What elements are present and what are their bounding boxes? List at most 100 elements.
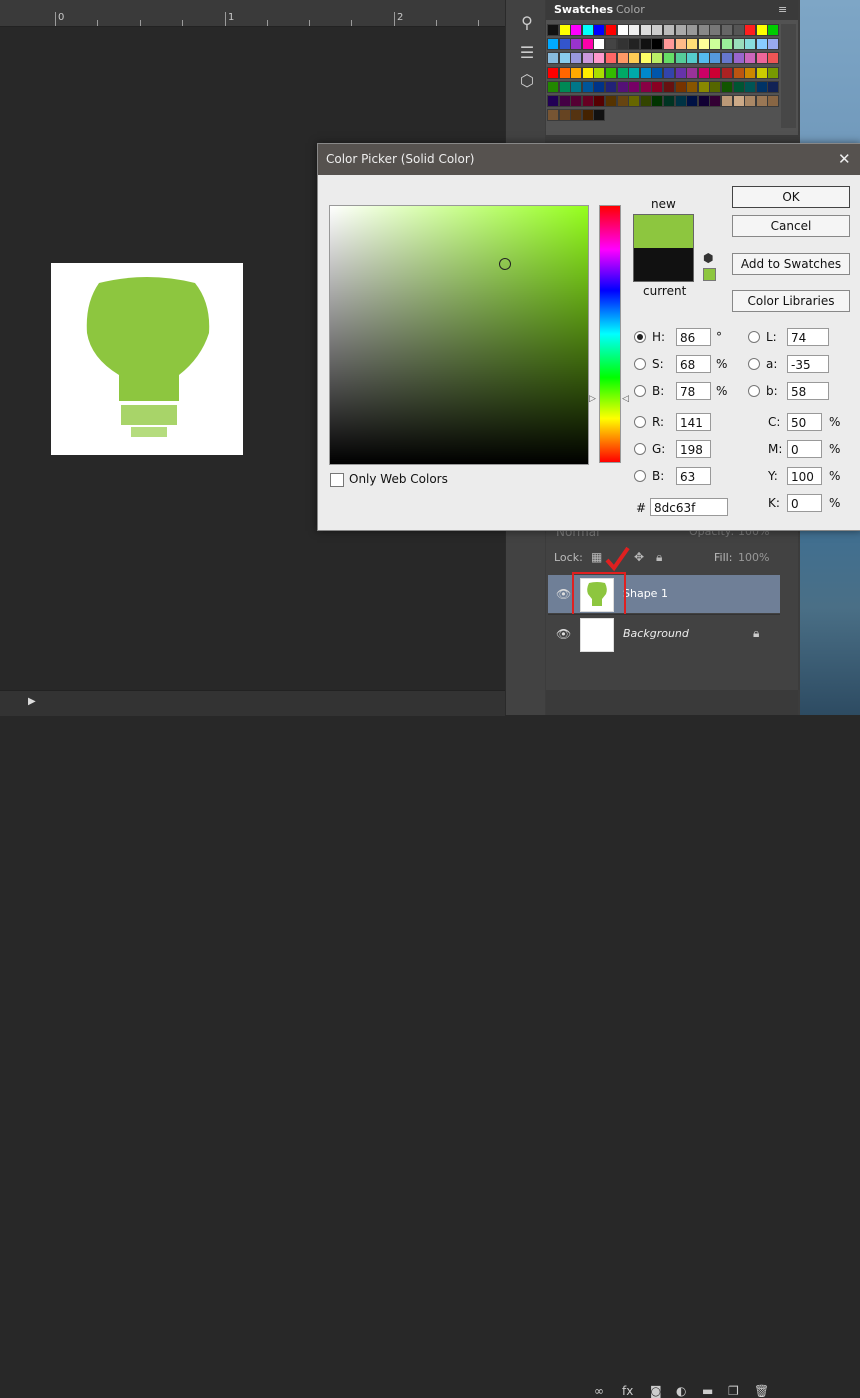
swatch[interactable] xyxy=(628,80,641,93)
hue-slider-right-arrow-icon[interactable]: ◁ xyxy=(622,394,629,404)
layer-background[interactable]: 👁︎ Background 🔒︎ xyxy=(548,614,780,653)
lock-transparency-icon[interactable]: ▦ xyxy=(591,550,602,564)
swatch[interactable] xyxy=(651,52,664,65)
swatch[interactable] xyxy=(744,24,757,36)
swatch[interactable] xyxy=(628,38,641,51)
swatch[interactable] xyxy=(616,52,629,65)
swatch[interactable] xyxy=(686,95,699,107)
swatch[interactable] xyxy=(732,38,745,51)
swatch[interactable] xyxy=(697,24,710,36)
swatch[interactable] xyxy=(628,52,641,65)
g-input[interactable]: 198 xyxy=(676,440,711,458)
swatch[interactable] xyxy=(616,80,629,93)
swatch[interactable] xyxy=(755,95,768,107)
swatch[interactable] xyxy=(547,95,559,107)
radio-g[interactable] xyxy=(634,443,646,455)
swatch[interactable] xyxy=(721,66,733,79)
swatch[interactable] xyxy=(721,80,733,93)
lock-all-icon[interactable]: 🔒︎ xyxy=(656,550,662,565)
swatch[interactable] xyxy=(593,24,606,36)
swatch[interactable] xyxy=(744,80,757,93)
swatch[interactable] xyxy=(547,80,559,93)
swatch[interactable] xyxy=(767,52,780,65)
hex-input[interactable]: 8dc63f xyxy=(650,498,728,516)
color-field[interactable] xyxy=(329,205,589,465)
radio-a[interactable] xyxy=(748,358,760,370)
swatch[interactable] xyxy=(755,38,768,51)
swatch[interactable] xyxy=(558,80,571,93)
swatch[interactable] xyxy=(732,66,745,79)
swatch[interactable] xyxy=(581,109,594,122)
layer-name[interactable]: Shape 1 xyxy=(623,587,668,600)
swatch[interactable] xyxy=(605,80,617,93)
swatch[interactable] xyxy=(732,95,745,107)
swatch[interactable] xyxy=(639,80,652,93)
swatch[interactable] xyxy=(732,52,745,65)
swatch[interactable] xyxy=(558,95,571,107)
swatch[interactable] xyxy=(674,66,687,79)
swatch[interactable] xyxy=(639,95,652,107)
radio-blue[interactable] xyxy=(634,470,646,482)
3d-icon[interactable]: ⬡ xyxy=(516,70,538,92)
color-libraries-button[interactable]: Color Libraries xyxy=(732,290,850,312)
swatch[interactable] xyxy=(605,52,617,65)
close-icon[interactable]: ✕ xyxy=(838,150,851,168)
swatch[interactable] xyxy=(581,24,594,36)
out-of-gamut-cube-icon[interactable]: ⬢ xyxy=(703,251,713,265)
swatch[interactable] xyxy=(628,95,641,107)
swatch[interactable] xyxy=(767,38,780,51)
swatch[interactable] xyxy=(558,52,571,65)
lock-position-icon[interactable]: ✥ xyxy=(634,550,644,564)
swatch[interactable] xyxy=(639,38,652,51)
swatch[interactable] xyxy=(697,52,710,65)
radio-r[interactable] xyxy=(634,416,646,428)
swatch[interactable] xyxy=(570,24,583,36)
swatch[interactable] xyxy=(651,66,664,79)
swatch[interactable] xyxy=(651,80,664,93)
swatch[interactable] xyxy=(709,24,722,36)
swatch[interactable] xyxy=(744,52,757,65)
radio-lab-b[interactable] xyxy=(748,385,760,397)
swatch[interactable] xyxy=(593,80,606,93)
blue-input[interactable]: 63 xyxy=(676,467,711,485)
radio-l[interactable] xyxy=(748,331,760,343)
radio-h[interactable] xyxy=(634,331,646,343)
fx-icon[interactable]: fx xyxy=(622,1384,633,1398)
swatch[interactable] xyxy=(755,24,768,36)
eye-icon[interactable]: 👁︎ xyxy=(556,587,571,601)
swatch[interactable] xyxy=(755,80,768,93)
radio-b[interactable] xyxy=(634,385,646,397)
swatch[interactable] xyxy=(605,38,617,51)
tab-swatches[interactable]: Swatches xyxy=(554,3,613,16)
l-input[interactable]: 74 xyxy=(787,328,829,346)
swatch[interactable] xyxy=(663,52,675,65)
swatch[interactable] xyxy=(605,24,617,36)
adjustment-icon[interactable]: ◐ xyxy=(676,1384,686,1398)
a-input[interactable]: -35 xyxy=(787,355,829,373)
swatch[interactable] xyxy=(767,95,780,107)
swatch[interactable] xyxy=(721,95,733,107)
link-icon[interactable]: ∞ xyxy=(594,1384,604,1398)
swatch[interactable] xyxy=(558,66,571,79)
swatch[interactable] xyxy=(616,95,629,107)
swatch[interactable] xyxy=(651,38,664,51)
web-safe-color-icon[interactable] xyxy=(703,268,716,281)
swatch[interactable] xyxy=(709,80,722,93)
swatch[interactable] xyxy=(686,38,699,51)
swatch[interactable] xyxy=(767,24,780,36)
swatch[interactable] xyxy=(581,80,594,93)
swatch[interactable] xyxy=(744,66,757,79)
swatch[interactable] xyxy=(755,66,768,79)
swatch[interactable] xyxy=(663,38,675,51)
swatch[interactable] xyxy=(663,24,675,36)
swatch[interactable] xyxy=(616,66,629,79)
swatch[interactable] xyxy=(651,95,664,107)
swatch[interactable] xyxy=(639,66,652,79)
swatch[interactable] xyxy=(697,95,710,107)
swatch[interactable] xyxy=(605,66,617,79)
swatch[interactable] xyxy=(547,38,559,51)
radio-s[interactable] xyxy=(634,358,646,370)
swatch[interactable] xyxy=(709,38,722,51)
swatch[interactable] xyxy=(593,38,606,51)
swatch[interactable] xyxy=(639,24,652,36)
